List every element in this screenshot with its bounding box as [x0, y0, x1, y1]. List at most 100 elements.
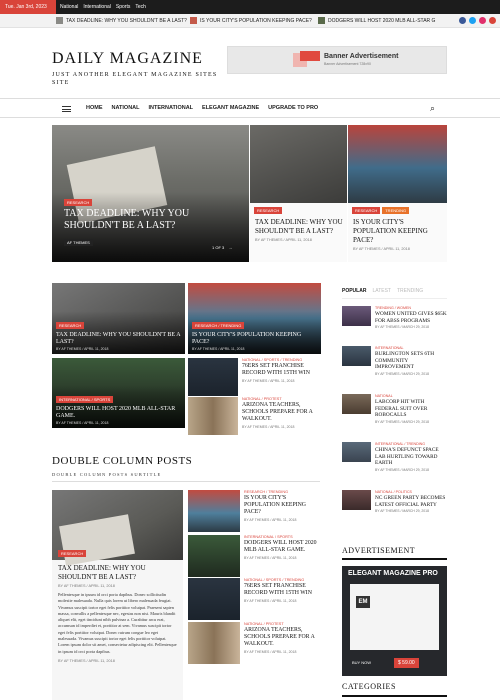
slide-author[interactable]: AF THEMES	[64, 239, 93, 246]
nav-international[interactable]: INTERNATIONAL	[149, 105, 194, 111]
section-heading: DOUBLE COLUMN POSTS	[52, 455, 193, 467]
post-categories[interactable]: NATIONAL / PROTEST	[242, 397, 322, 401]
next-arrow-icon[interactable]: →	[228, 245, 232, 250]
sidebar-post[interactable]: TRENDING / WOMEN WOMEN UNITED GIVES $65K…	[342, 306, 447, 329]
post-title[interactable]: IS YOUR CITY'S POPULATION KEEPING PACE?	[192, 332, 317, 346]
post-categories[interactable]: INTERNATIONAL / SPORTS	[244, 535, 322, 539]
post-categories[interactable]: INTERNATIONAL	[375, 346, 447, 350]
post-categories[interactable]: RESEARCH / TRENDING	[244, 490, 322, 494]
sidebar-post[interactable]: NATIONAL / POLITICS NC GREEN PARTY BECOM…	[342, 490, 447, 513]
featured-post[interactable]: RESEARCH TRENDING IS YOUR CITY'S POPULAT…	[348, 125, 447, 262]
top-nav-international[interactable]: International	[83, 4, 111, 10]
tab-trending[interactable]: TRENDING	[397, 288, 423, 294]
slide-title[interactable]: TAX DEADLINE: WHY YOU SHOULDN'T BE A LAS…	[64, 208, 214, 232]
list-post[interactable]: INTERNATIONAL / SPORTS DODGERS WILL HOST…	[188, 535, 322, 577]
post-title[interactable]: ARIZONA TEACHERS, SCHOOLS PREPARE FOR A …	[242, 402, 322, 423]
site-title[interactable]: DAILY MAGAZINE	[52, 50, 203, 68]
post-categories[interactable]: NATIONAL	[375, 394, 447, 398]
banner-subtitle: Banner Advertisement 728x90	[324, 62, 371, 66]
ad-title: ELEGANT MAGAZINE PRO	[348, 570, 438, 577]
post-categories[interactable]: NATIONAL / POLITICS	[375, 490, 447, 494]
grid-post[interactable]: INTERNATIONAL / SPORTS DODGERS WILL HOST…	[52, 358, 185, 428]
category-badge[interactable]: RESEARCH	[56, 322, 85, 329]
category-badge[interactable]: INTERNATIONAL / SPORTS	[56, 396, 114, 403]
ticker-item[interactable]: DODGERS WILL HOST 2020 MLB ALL-STAR G	[318, 17, 435, 24]
post-categories[interactable]: NATIONAL / PROTEST	[244, 622, 322, 626]
facebook-icon[interactable]	[459, 17, 466, 24]
post-meta: BY AF THEMES / APRIL 11, 2018	[242, 425, 295, 429]
featured-post[interactable]: RESEARCH TAX DEADLINE: WHY YOU SHOULDN'T…	[250, 125, 347, 262]
list-post[interactable]: RESEARCH / TRENDING IS YOUR CITY'S POPUL…	[188, 490, 322, 532]
post-categories: RESEARCH TRENDING	[348, 203, 447, 214]
top-nav-tech[interactable]: Tech	[135, 4, 146, 10]
nav-national[interactable]: NATIONAL	[112, 105, 140, 111]
tab-popular[interactable]: POPULAR	[342, 288, 366, 294]
post-body: INTERNATIONAL / TRENDING CHINA'S DEFUNCT…	[375, 442, 447, 472]
big-post[interactable]: RESEARCH TAX DEADLINE: WHY YOU SHOULDN'T…	[52, 490, 183, 700]
top-bar: Tue. Jan 3rd, 2023 National Internationa…	[0, 0, 500, 14]
buy-now-button[interactable]: BUY NOW	[352, 660, 371, 665]
youtube-icon[interactable]	[489, 17, 496, 24]
post-title[interactable]: ARIZONA TEACHERS, SCHOOLS PREPARE FOR A …	[244, 627, 322, 648]
post-title[interactable]: LABCORP HIT WITH FEDERAL SUIT OVER ROBOC…	[375, 399, 447, 419]
post-title[interactable]: DODGERS WILL HOST 2020 MLB ALL-STAR GAME…	[56, 406, 181, 420]
post-meta: BY AF THEMES / APRIL 11, 2018	[56, 421, 109, 425]
post-title[interactable]: DODGERS WILL HOST 2020 MLB ALL-STAR GAME…	[244, 540, 322, 554]
grid-post[interactable]: RESEARCH / TRENDING IS YOUR CITY'S POPUL…	[188, 283, 321, 354]
main-slider[interactable]: RESEARCH TAX DEADLINE: WHY YOU SHOULDN'T…	[52, 125, 249, 262]
sidebar-post[interactable]: NATIONAL LABCORP HIT WITH FEDERAL SUIT O…	[342, 394, 447, 424]
category-badge[interactable]: RESEARCH	[58, 550, 87, 557]
post-thumbnail	[342, 394, 371, 414]
top-nav-sports[interactable]: Sports	[116, 4, 130, 10]
post-title[interactable]: TAX DEADLINE: WHY YOU SHOULDN'T BE A LAS…	[250, 214, 347, 236]
post-title[interactable]: 76ERS SET FRANCHISE RECORD WITH 15TH WIN	[244, 583, 322, 597]
post-categories[interactable]: NATIONAL / SPORTS / TRENDING	[244, 578, 322, 582]
post-title[interactable]: NC GREEN PARTY BECOMES LATEST OFFICIAL P…	[375, 495, 447, 508]
instagram-icon[interactable]	[479, 17, 486, 24]
grid-post[interactable]: RESEARCH TAX DEADLINE: WHY YOU SHOULDN'T…	[52, 283, 185, 354]
post-title[interactable]: TAX DEADLINE: WHY YOU SHOULDN'T BE A LAS…	[56, 332, 181, 346]
slider-count: 1 OF 3	[212, 245, 225, 250]
category-badge[interactable]: RESEARCH / TRENDING	[192, 322, 245, 329]
post-thumbnail	[342, 442, 371, 462]
twitter-icon[interactable]	[469, 17, 476, 24]
search-icon[interactable]: ⌕	[430, 104, 435, 113]
top-nav-national[interactable]: National	[60, 4, 78, 10]
post-thumbnail	[342, 490, 371, 510]
post-thumbnail	[188, 358, 238, 396]
nav-home[interactable]: HOME	[86, 105, 103, 111]
post-thumbnail	[342, 306, 371, 326]
category-badge[interactable]: RESEARCH	[64, 199, 93, 206]
post-meta: BY AF THEMES / APRIL 11, 2018	[242, 379, 295, 383]
post-title[interactable]: WOMEN UNITED GIVES $65K FOR ABSS PROGRAM…	[375, 311, 447, 324]
banner-advertisement[interactable]: Banner Advertisement Banner Advertisemen…	[227, 46, 447, 74]
ticker-item[interactable]: TAX DEADLINE: WHY YOU SHOULDN'T BE A LAS…	[56, 17, 187, 24]
post-categories[interactable]: NATIONAL / SPORTS / TRENDING	[242, 358, 322, 362]
post-title[interactable]: CHINA'S DEFUNCT SPACE LAB HURTLING TOWAR…	[375, 447, 447, 467]
post-meta: BY AF THEMES / APRIL 11, 2018	[353, 247, 410, 251]
post-title[interactable]: IS YOUR CITY'S POPULATION KEEPING PACE?	[348, 214, 447, 245]
list-post[interactable]: NATIONAL / SPORTS / TRENDING 76ERS SET F…	[188, 358, 322, 396]
post-title[interactable]: IS YOUR CITY'S POPULATION KEEPING PACE?	[244, 495, 322, 516]
post-thumbnail: RESEARCH	[52, 490, 183, 566]
nav-elegant-magazine[interactable]: ELEGANT MAGAZINE	[202, 105, 259, 111]
sidebar-post[interactable]: INTERNATIONAL / TRENDING CHINA'S DEFUNCT…	[342, 442, 447, 472]
tab-latest[interactable]: LATEST	[372, 288, 391, 294]
post-body: INTERNATIONAL / SPORTS DODGERS WILL HOST…	[244, 535, 322, 577]
post-categories[interactable]: INTERNATIONAL / TRENDING	[375, 442, 447, 446]
post-categories[interactable]: TRENDING / WOMEN	[375, 306, 447, 310]
post-meta: BY AF THEMES / MARCH 29, 2018	[375, 509, 429, 513]
sidebar-post[interactable]: INTERNATIONAL BURLINGTON SETS 6TH COMMUN…	[342, 346, 447, 376]
post-title[interactable]: BURLINGTON SETS 6TH COMMUNITY IMPROVEMEN…	[375, 351, 447, 371]
advertisement-widget[interactable]: ELEGANT MAGAZINE PRO EM BUY NOW $ 59.00	[342, 566, 447, 676]
post-title[interactable]: 76ERS SET FRANCHISE RECORD WITH 15TH WIN	[242, 363, 322, 377]
post-meta: BY AF THEMES / APRIL 11, 2018	[244, 556, 297, 560]
list-post[interactable]: NATIONAL / PROTEST ARIZONA TEACHERS, SCH…	[188, 397, 322, 435]
grid-post-overlay: RESEARCH TAX DEADLINE: WHY YOU SHOULDN'T…	[52, 311, 185, 354]
list-post[interactable]: NATIONAL / SPORTS / TRENDING 76ERS SET F…	[188, 578, 322, 620]
hamburger-menu-icon[interactable]	[62, 106, 71, 112]
list-post[interactable]: NATIONAL / PROTEST ARIZONA TEACHERS, SCH…	[188, 622, 322, 664]
post-meta: BY AF THEMES / MARCH 29, 2018	[375, 467, 429, 472]
ticker-item[interactable]: IS YOUR CITY'S POPULATION KEEPING PACE?	[190, 17, 312, 24]
nav-upgrade-to-pro[interactable]: UPGRADE TO PRO	[268, 105, 318, 111]
